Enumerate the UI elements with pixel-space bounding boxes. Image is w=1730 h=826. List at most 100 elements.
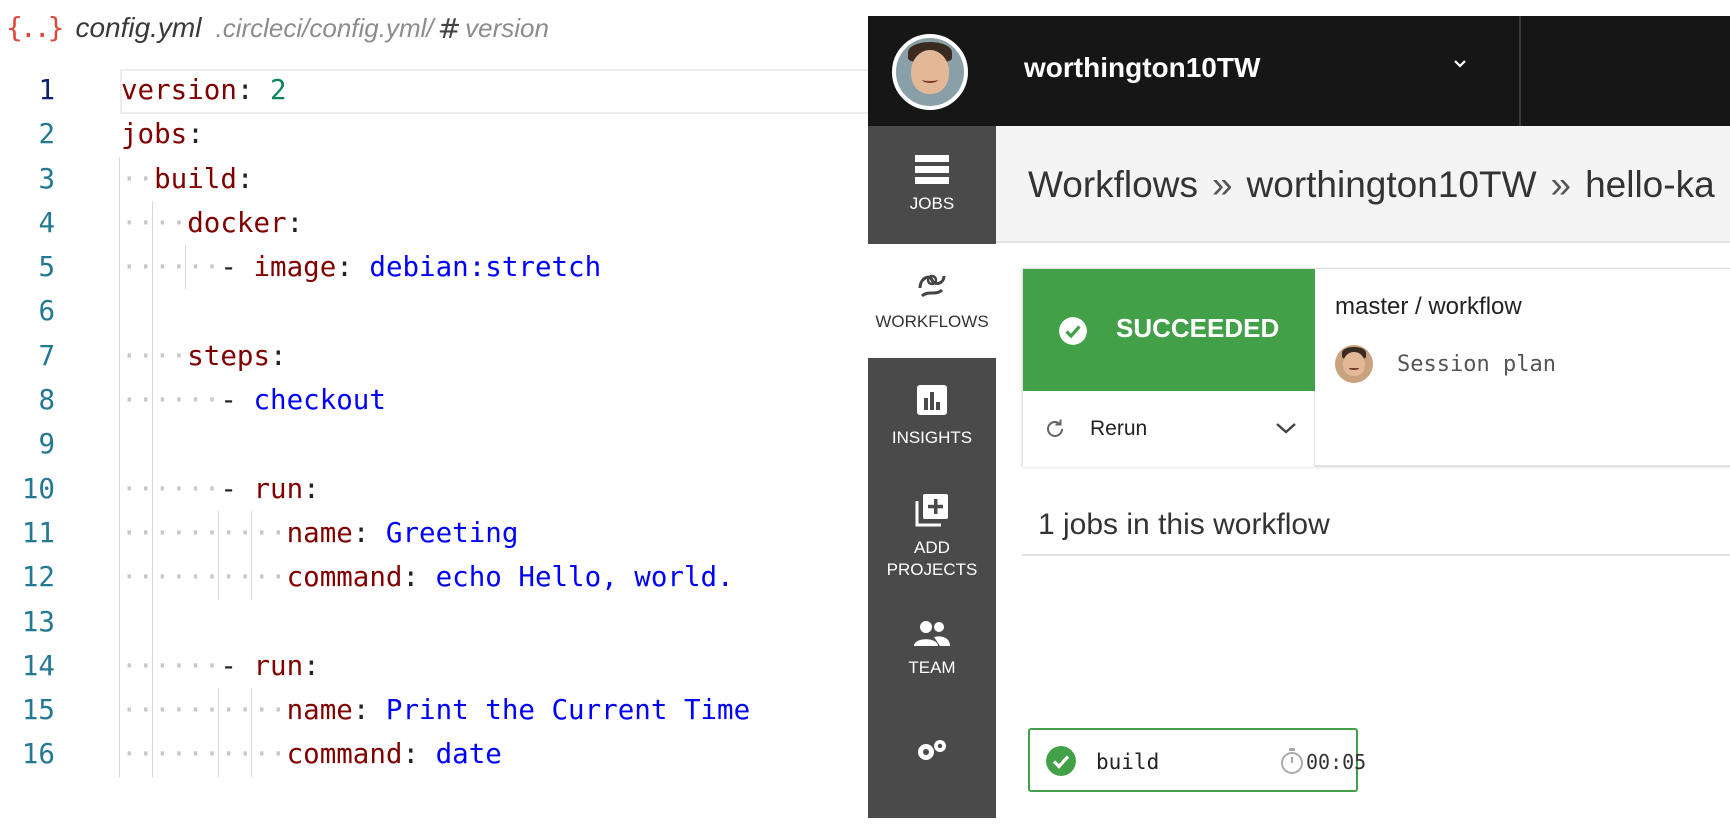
- yaml-colon: :: [303, 472, 320, 505]
- job-name: build: [1096, 750, 1160, 774]
- line-number: 3: [38, 162, 55, 195]
- org-avatar[interactable]: [892, 34, 968, 110]
- line-number: 13: [21, 605, 55, 638]
- line-number: 14: [21, 649, 55, 682]
- line-number: 9: [38, 428, 55, 461]
- code-line[interactable]: 11 ··········name: Greeting: [0, 511, 868, 555]
- code-line[interactable]: 3 ··build:: [0, 157, 868, 201]
- whitespace-marker: ····: [121, 206, 188, 239]
- code-line[interactable]: 4 ····docker:: [0, 201, 868, 245]
- line-number: 5: [38, 251, 55, 284]
- code-line[interactable]: 8 ······- checkout: [0, 378, 868, 422]
- yaml-value: date: [419, 738, 502, 771]
- code-editor: {..} config.yml .circleci/config.yml/ # …: [0, 0, 868, 826]
- hash-symbol-icon: #: [437, 11, 462, 45]
- line-number: 12: [21, 561, 55, 594]
- line-content: ··········name: Greeting: [121, 511, 518, 555]
- breadcrumb-project[interactable]: hello-ka: [1585, 164, 1715, 205]
- line-number: 2: [38, 118, 55, 151]
- sidebar-item-label: ADD: [914, 538, 950, 557]
- chevron-down-icon[interactable]: [1275, 421, 1297, 435]
- line-content: ······- checkout: [121, 378, 386, 422]
- sidebar-item-label: PROJECTS: [886, 560, 978, 579]
- code-line[interactable]: 14 ······- run:: [0, 644, 868, 688]
- line-content: version: 2: [121, 68, 287, 112]
- jobs-count: 1 jobs in this workflow: [1038, 508, 1330, 541]
- yaml-colon: :: [286, 206, 304, 239]
- yaml-key: name: [286, 694, 353, 727]
- code-line[interactable]: 15 ··········name: Print the Current Time: [0, 688, 868, 732]
- line-content: ··········command: date: [121, 732, 502, 776]
- rerun-label: Rerun: [1090, 417, 1148, 440]
- yaml-key: image: [253, 251, 337, 284]
- check-circle-icon: [1059, 317, 1087, 345]
- breadcrumb-org[interactable]: worthington10TW: [1247, 164, 1537, 205]
- breadcrumb-workflows[interactable]: Workflows: [1028, 164, 1198, 205]
- sidebar-item-team[interactable]: TEAM: [868, 600, 996, 712]
- indent-guide: [218, 511, 220, 600]
- indent-guide: [152, 200, 154, 777]
- circleci-app: worthington10TW JOBS WORKFLOWS INSIGHTS …: [868, 16, 1730, 818]
- yaml-key: run: [253, 472, 304, 505]
- sidebar-item-workflows[interactable]: WORKFLOWS: [868, 244, 996, 358]
- line-content: ····docker:: [121, 201, 303, 245]
- breadcrumb-file[interactable]: config.yml: [75, 12, 201, 44]
- rerun-button[interactable]: Rerun: [1023, 391, 1315, 467]
- breadcrumb-symbol[interactable]: version: [465, 13, 549, 44]
- line-number: 10: [21, 472, 55, 505]
- code-line[interactable]: 9: [0, 422, 868, 466]
- breadcrumb-path[interactable]: .circleci/config.yml/: [215, 13, 433, 44]
- line-content: ······- run:: [121, 644, 320, 688]
- code-line[interactable]: 7 ····steps:: [0, 334, 868, 378]
- sidebar-item-jobs[interactable]: JOBS: [868, 126, 996, 244]
- yaml-value: Greeting: [369, 516, 519, 549]
- code-line[interactable]: 1 version: 2: [0, 68, 868, 112]
- line-number: 15: [21, 694, 55, 727]
- list-dash: -: [220, 649, 254, 682]
- yaml-value: checkout: [253, 384, 386, 417]
- yaml-colon: :: [236, 162, 254, 195]
- code-line[interactable]: 16 ··········command: date: [0, 732, 868, 776]
- sidebar-item-settings[interactable]: [868, 712, 996, 818]
- commit-message[interactable]: Session plan: [1397, 352, 1556, 377]
- branch-workflow-link[interactable]: master / workflow: [1335, 293, 1522, 321]
- sidebar-item-add-projects[interactable]: ADD PROJECTS: [868, 472, 996, 600]
- line-content: ··········command: echo Hello, world.: [121, 555, 734, 599]
- line-number: 1: [38, 74, 55, 106]
- breadcrumb: Workflows » worthington10TW » hello-ka: [996, 126, 1730, 243]
- org-name[interactable]: worthington10TW: [1024, 52, 1260, 84]
- code-line[interactable]: 12 ··········command: echo Hello, world.: [0, 555, 868, 599]
- list-dash: -: [220, 384, 254, 417]
- line-content: ··········name: Print the Current Time: [121, 688, 750, 732]
- indent-guide: [251, 688, 253, 777]
- yaml-colon: :: [352, 516, 370, 549]
- line-number: 11: [21, 516, 55, 549]
- yaml-key: version: [121, 74, 237, 106]
- line-content: ····steps:: [121, 334, 287, 378]
- code-line[interactable]: 13: [0, 600, 868, 644]
- workflow-card: SUCCEEDED Rerun master / workflow Sessio…: [1022, 268, 1730, 467]
- yaml-colon: :: [236, 74, 254, 106]
- add-box-icon: [915, 494, 948, 527]
- code-line[interactable]: 2 jobs:: [0, 112, 868, 156]
- yaml-key: docker: [187, 206, 287, 239]
- jobs-list-icon: [915, 155, 949, 184]
- code-line[interactable]: 10 ······- run:: [0, 467, 868, 511]
- sidebar-item-insights[interactable]: INSIGHTS: [868, 358, 996, 472]
- top-bar: worthington10TW: [868, 16, 1730, 126]
- main-content: Workflows » worthington10TW » hello-ka SUCCE…: [996, 126, 1730, 818]
- sidebar-item-label: JOBS: [909, 194, 955, 213]
- code-line[interactable]: 6: [0, 289, 868, 333]
- indent-guide: [119, 156, 120, 777]
- yaml-colon: :: [352, 694, 370, 727]
- code-lines[interactable]: 1 version: 2 2 jobs: 3 ··build: 4 ····docker: 5 ·…: [0, 68, 868, 777]
- job-duration: 00:05: [1306, 750, 1367, 774]
- indent-guide: [185, 245, 187, 290]
- whitespace-marker: ··········: [121, 694, 287, 727]
- code-line[interactable]: 5 ······- image: debian:stretch: [0, 245, 868, 289]
- breadcrumb-separator: »: [1211, 164, 1233, 205]
- chevron-down-icon[interactable]: [1452, 56, 1468, 72]
- job-build[interactable]: build 00:05: [1028, 728, 1366, 792]
- yaml-key: name: [286, 516, 353, 549]
- refresh-icon: [1047, 419, 1063, 437]
